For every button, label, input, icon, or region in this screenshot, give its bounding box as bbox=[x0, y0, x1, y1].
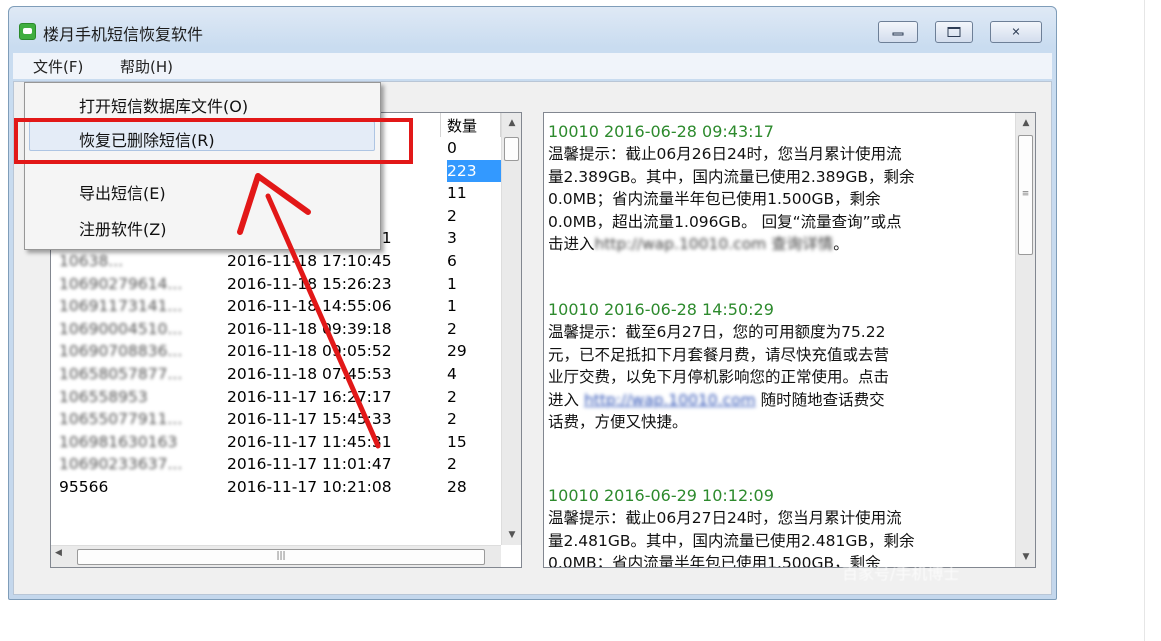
annotation-arrow-icon bbox=[237, 173, 381, 449]
